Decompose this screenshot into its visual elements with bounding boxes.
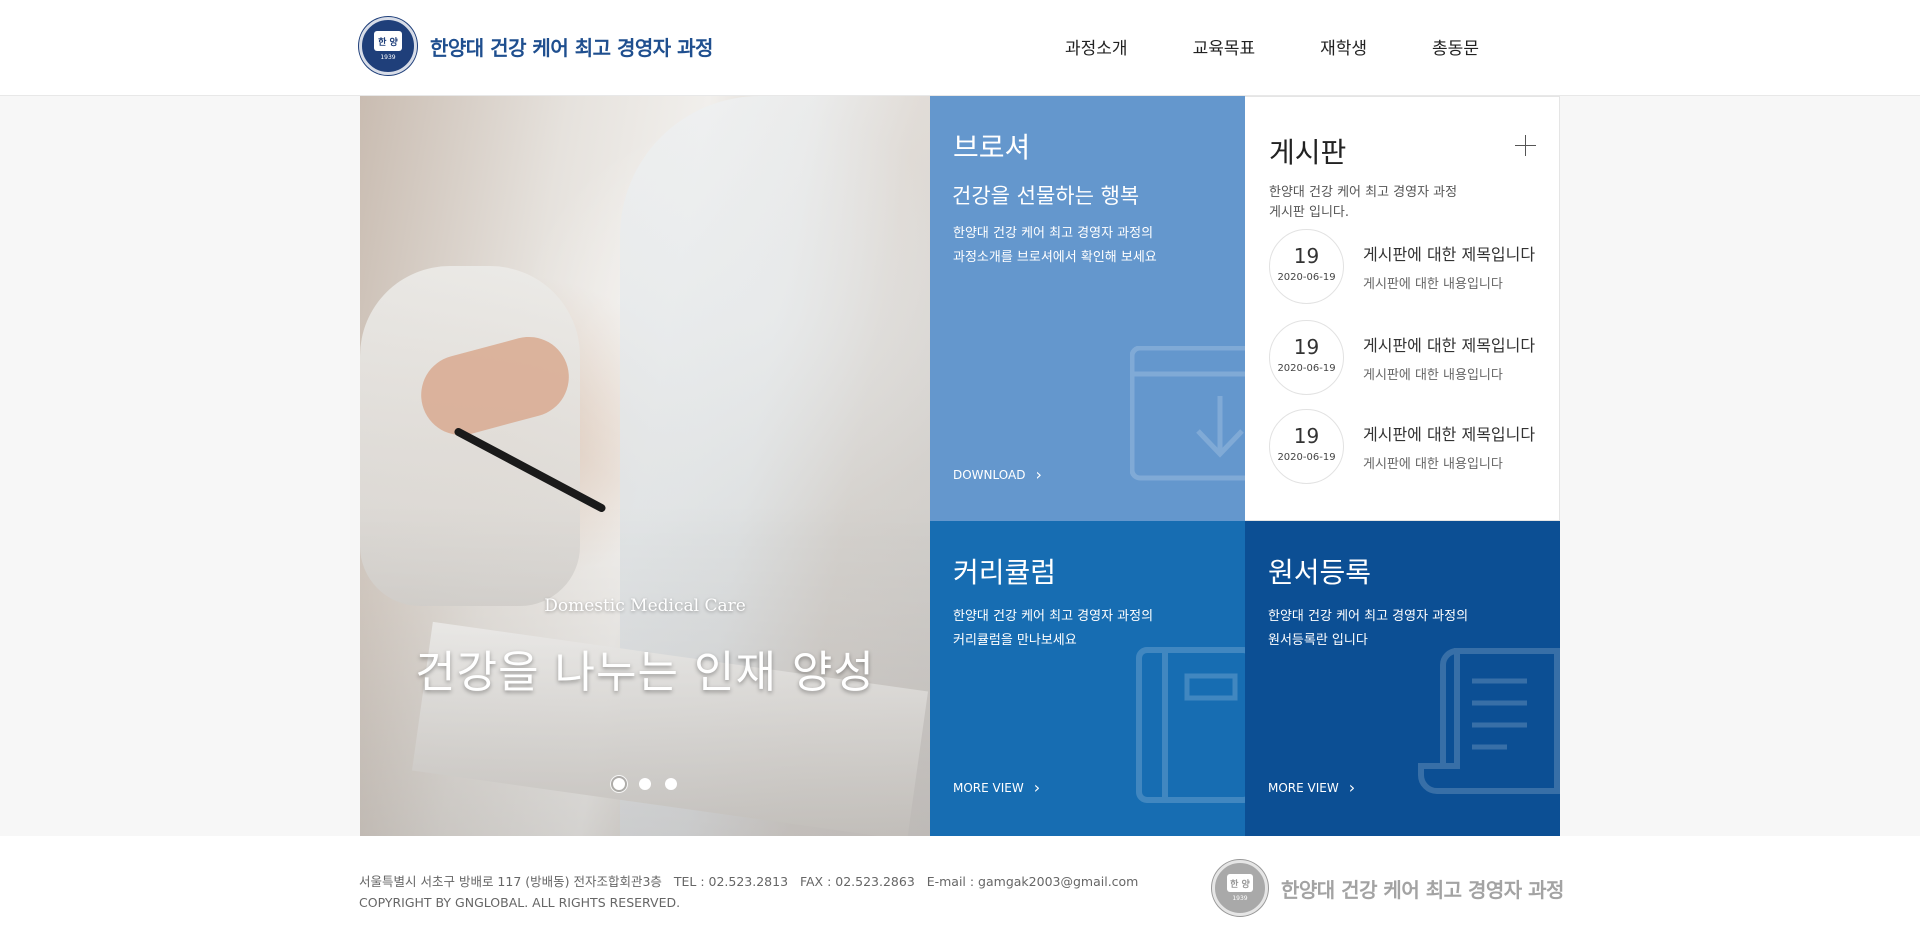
chevron-right-icon: ›	[1033, 778, 1041, 797]
university-emblem-icon: 한 양 1939	[1212, 860, 1268, 916]
slider-dot-3[interactable]	[665, 778, 677, 790]
nav-item-students[interactable]: 재학생	[1320, 34, 1367, 59]
footer-address: 서울특별시 서초구 방배로 117 (방배동) 전자조합회관3층 TEL : 0…	[359, 874, 1139, 889]
application-title: 원서등록	[1268, 556, 1372, 589]
brochure-desc-line: 한양대 건강 케어 최고 경영자 과정의	[953, 226, 1154, 241]
post-date: 2020-06-19	[1277, 363, 1336, 374]
hero-subtitle: Domestic Medical Care	[544, 596, 746, 616]
post-date-badge: 19 2020-06-19	[1269, 229, 1344, 304]
post-title: 게시판에 대한 제목입니다	[1363, 336, 1536, 355]
board-intro: 한양대 건강 케어 최고 경영자 과정 게시판 입니다.	[1269, 183, 1509, 223]
download-icon	[1130, 346, 1245, 481]
slider-dot-2[interactable]	[639, 778, 651, 790]
post-title: 게시판에 대한 제목입니다	[1363, 245, 1536, 264]
nav-item-course-intro[interactable]: 과정소개	[1065, 34, 1128, 59]
slider-dot-1[interactable]	[610, 775, 628, 793]
curriculum-title: 커리큘럼	[953, 556, 1057, 589]
curriculum-tile[interactable]: 커리큘럼 한양대 건강 케어 최고 경영자 과정의 커리큘럼을 만나보세요 MO…	[930, 521, 1245, 836]
application-more-link[interactable]: MORE VIEW ›	[1268, 778, 1355, 797]
post-date: 2020-06-19	[1277, 272, 1336, 283]
application-desc-line: 한양대 건강 케어 최고 경영자 과정의	[1268, 609, 1469, 624]
application-tile[interactable]: 원서등록 한양대 건강 케어 최고 경영자 과정의 원서등록란 입니다 MORE…	[1245, 521, 1560, 836]
emblem-label: 한 양	[1227, 874, 1253, 892]
plus-icon[interactable]	[1515, 135, 1537, 157]
post-date: 2020-06-19	[1277, 452, 1336, 463]
curriculum-description: 한양대 건강 케어 최고 경영자 과정의 커리큘럼을 만나보세요	[953, 605, 1153, 653]
post-date-badge: 19 2020-06-19	[1269, 409, 1344, 484]
nav-item-alumni[interactable]: 총동문	[1432, 34, 1479, 59]
chevron-right-icon: ›	[1035, 465, 1042, 484]
footer-logo[interactable]: 한 양 1939 한양대 건강 케어 최고 경영자 과정	[1212, 860, 1564, 916]
footer-logo-text: 한양대 건강 케어 최고 경영자 과정	[1281, 877, 1564, 902]
board-post[interactable]: 19 2020-06-19 게시판에 대한 제목입니다 게시판에 대한 내용입니…	[1269, 409, 1549, 485]
post-title: 게시판에 대한 제목입니다	[1363, 425, 1536, 444]
scroll-document-icon	[1418, 648, 1560, 794]
site-logo[interactable]: 한 양 1939 한양대 건강 케어 최고 경영자 과정	[359, 17, 713, 75]
curriculum-more-link[interactable]: MORE VIEW ›	[953, 778, 1040, 797]
board-post[interactable]: 19 2020-06-19 게시판에 대한 제목입니다 게시판에 대한 내용입니…	[1269, 229, 1549, 305]
brochure-description: 한양대 건강 케어 최고 경영자 과정의 과정소개를 브로셔에서 확인해 보세요	[953, 222, 1157, 270]
brochure-title: 브로셔	[953, 131, 1031, 164]
footer-info: 서울특별시 서초구 방배로 117 (방배동) 전자조합회관3층 TEL : 0…	[359, 871, 1138, 913]
board-post[interactable]: 19 2020-06-19 게시판에 대한 제목입니다 게시판에 대한 내용입니…	[1269, 320, 1549, 396]
curriculum-desc-line: 커리큘럼을 만나보세요	[953, 633, 1077, 648]
post-day: 19	[1293, 335, 1320, 359]
hero-slider[interactable]: Domestic Medical Care 건강을 나누는 인재 양성	[360, 96, 930, 836]
university-emblem-icon: 한 양 1939	[359, 17, 417, 75]
emblem-label: 한 양	[374, 31, 402, 51]
board-panel: 게시판 한양대 건강 케어 최고 경영자 과정 게시판 입니다. 19 2020…	[1245, 96, 1560, 521]
emblem-year: 1939	[380, 54, 396, 61]
post-day: 19	[1293, 424, 1320, 448]
hero-overlay	[360, 96, 930, 836]
board-intro-line: 한양대 건강 케어 최고 경영자 과정	[1269, 185, 1458, 200]
curriculum-desc-line: 한양대 건강 케어 최고 경영자 과정의	[953, 609, 1154, 624]
main-nav: 과정소개 교육목표 재학생 총동문	[1065, 34, 1479, 59]
more-view-label: MORE VIEW	[953, 780, 1024, 795]
site-header: 한 양 1939 한양대 건강 케어 최고 경영자 과정 과정소개 교육목표 재…	[0, 0, 1920, 96]
post-date-badge: 19 2020-06-19	[1269, 320, 1344, 395]
chevron-right-icon: ›	[1348, 778, 1356, 797]
post-body: 게시판에 대한 내용입니다	[1363, 457, 1503, 472]
brochure-subtitle: 건강을 선물하는 행복	[952, 184, 1140, 208]
more-view-label: MORE VIEW	[1268, 780, 1339, 795]
site-footer: 서울특별시 서초구 방배로 117 (방배동) 전자조합회관3층 TEL : 0…	[0, 836, 1920, 943]
book-icon	[1136, 647, 1245, 803]
post-day: 19	[1293, 244, 1320, 268]
slider-pagination	[360, 775, 930, 793]
emblem-year: 1939	[1232, 895, 1248, 902]
board-intro-line: 게시판 입니다.	[1269, 205, 1350, 220]
download-link[interactable]: DOWNLOAD ›	[953, 465, 1042, 484]
brochure-desc-line: 과정소개를 브로셔에서 확인해 보세요	[953, 250, 1157, 265]
site-title: 한양대 건강 케어 최고 경영자 과정	[430, 35, 713, 60]
board-title: 게시판	[1269, 136, 1347, 169]
download-label: DOWNLOAD	[953, 467, 1026, 482]
post-body: 게시판에 대한 내용입니다	[1363, 277, 1503, 292]
hero-title: 건강을 나누는 인재 양성	[415, 647, 875, 698]
brochure-tile[interactable]: 브로셔 건강을 선물하는 행복 한양대 건강 케어 최고 경영자 과정의 과정소…	[930, 96, 1245, 521]
nav-item-education-goals[interactable]: 교육목표	[1193, 34, 1256, 59]
post-body: 게시판에 대한 내용입니다	[1363, 368, 1503, 383]
footer-copyright: COPYRIGHT BY GNGLOBAL. ALL RIGHTS RESERV…	[359, 895, 681, 910]
